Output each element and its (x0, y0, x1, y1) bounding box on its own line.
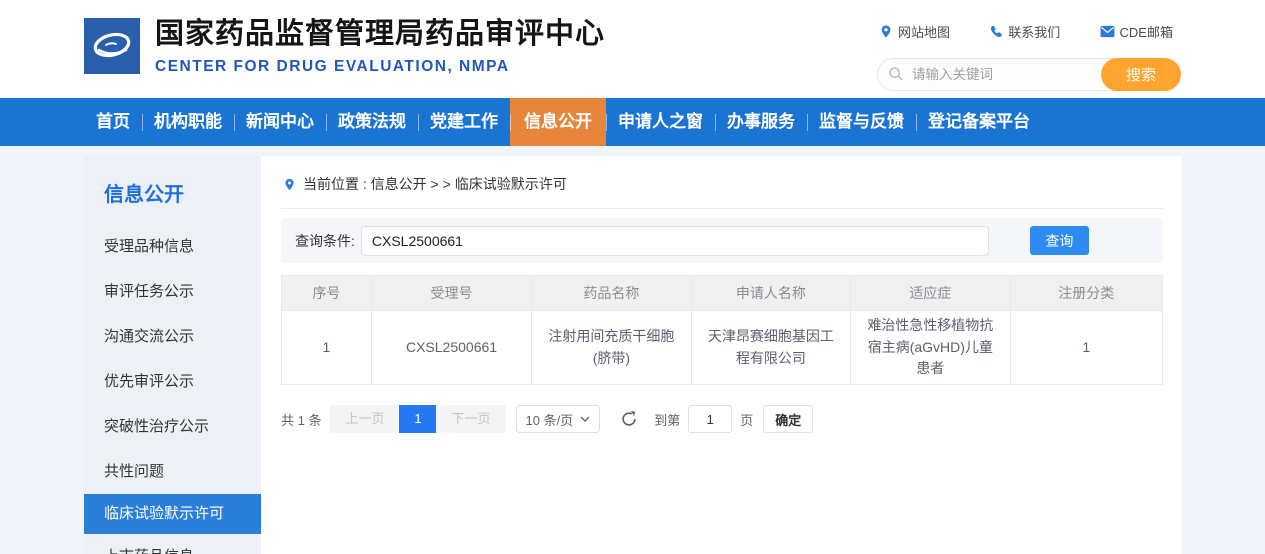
sidebar-item-marketed-drugs[interactable]: 上市药品信息 (84, 534, 261, 554)
site-header: 国家药品监督管理局药品审评中心 CENTER FOR DRUG EVALUATI… (0, 0, 1265, 98)
query-input[interactable] (361, 226, 989, 256)
nav-item-functions[interactable]: 机构职能 (142, 98, 234, 146)
sidebar-title: 信息公开 (84, 178, 261, 210)
nav-item-party[interactable]: 党建工作 (418, 98, 510, 146)
cde-logo-icon (84, 18, 140, 74)
sidebar-item-review-tasks[interactable]: 审评任务公示 (84, 269, 261, 314)
nav-item-supervision[interactable]: 监督与反馈 (807, 98, 916, 146)
cell-indication: 难治性急性移植物抗宿主病(aGvHD)儿童患者 (851, 311, 1010, 385)
page-body: 信息公开 受理品种信息 审评任务公示 沟通交流公示 优先审评公示 突破性治疗公示… (0, 146, 1265, 554)
sitemap-label: 网站地图 (898, 22, 950, 41)
search-button[interactable]: 搜索 (1101, 58, 1181, 91)
confirm-button[interactable]: 确定 (763, 405, 813, 433)
nav-item-services[interactable]: 办事服务 (715, 98, 807, 146)
sidebar-item-common-issues[interactable]: 共性问题 (84, 449, 261, 494)
site-search: 搜索 (877, 58, 1181, 91)
page-size-select[interactable]: 10 条/页 (516, 405, 601, 433)
sitemap-link[interactable]: 网站地图 (879, 22, 950, 41)
nav-item-news[interactable]: 新闻中心 (234, 98, 326, 146)
site-subtitle: CENTER FOR DRUG EVALUATION, NMPA (155, 58, 605, 76)
table-header-row: 序号 受理号 药品名称 申请人名称 适应症 注册分类 (282, 276, 1163, 311)
sidebar-item-breakthrough-therapy[interactable]: 突破性治疗公示 (84, 404, 261, 449)
search-icon (888, 66, 904, 82)
main-nav: 首页 机构职能 新闻中心 政策法规 党建工作 信息公开 申请人之窗 办事服务 监… (0, 98, 1265, 146)
nav-item-info-disclosure[interactable]: 信息公开 (510, 98, 606, 146)
goto-page-label: 到第 (654, 410, 680, 429)
nav-item-home[interactable]: 首页 (84, 98, 142, 146)
results-table: 序号 受理号 药品名称 申请人名称 适应症 注册分类 1 CXSL2500661 (281, 275, 1163, 385)
phone-icon (989, 25, 1003, 39)
cde-mail-link[interactable]: CDE邮箱 (1100, 22, 1173, 41)
query-label: 查询条件: (295, 231, 355, 251)
column-header-drug-name: 药品名称 (532, 276, 691, 311)
page: 国家药品监督管理局药品审评中心 CENTER FOR DRUG EVALUATI… (0, 0, 1265, 554)
nav-item-applicant-window[interactable]: 申请人之窗 (606, 98, 715, 146)
pagination: 共 1 条 上一页 1 下一页 10 条/页 (281, 405, 1163, 433)
goto-page-input[interactable] (688, 405, 732, 433)
column-header-registration-class: 注册分类 (1010, 276, 1162, 311)
page-number-1[interactable]: 1 (399, 405, 436, 433)
cell-seq: 1 (282, 311, 372, 385)
nav-item-policies[interactable]: 政策法规 (326, 98, 418, 146)
contact-label: 联系我们 (1008, 22, 1060, 41)
sidebar-item-priority-review[interactable]: 优先审评公示 (84, 359, 261, 404)
query-button[interactable]: 查询 (1030, 226, 1089, 255)
cell-drug-name: 注射用间充质干细胞(脐带) (532, 311, 691, 385)
breadcrumb: 当前位置 : 信息公开 > > 临床试验默示许可 (281, 168, 1163, 209)
column-header-indication: 适应症 (851, 276, 1010, 311)
sidebar: 信息公开 受理品种信息 审评任务公示 沟通交流公示 优先审评公示 突破性治疗公示… (84, 156, 261, 554)
next-page-button[interactable]: 下一页 (436, 405, 505, 433)
sidebar-item-communication[interactable]: 沟通交流公示 (84, 314, 261, 359)
cde-mail-label: CDE邮箱 (1120, 22, 1173, 41)
location-pin-icon (283, 177, 296, 192)
mail-icon (1100, 25, 1115, 38)
column-header-seq: 序号 (282, 276, 372, 311)
sidebar-item-clinical-trial-implied-license[interactable]: 临床试验默示许可 (84, 494, 261, 534)
page-size-value: 10 条/页 (526, 410, 574, 429)
quick-links: 网站地图 联系我们 CDE邮箱 (877, 22, 1181, 41)
site-title: 国家药品监督管理局药品审评中心 (155, 18, 605, 51)
chevron-down-icon (580, 416, 590, 422)
total-count: 共 1 条 (281, 410, 321, 429)
contact-link[interactable]: 联系我们 (989, 22, 1060, 41)
location-pin-icon (879, 24, 893, 39)
column-header-acceptance-no: 受理号 (371, 276, 531, 311)
table-row: 1 CXSL2500661 注射用间充质干细胞(脐带) 天津昂赛细胞基因工程有限… (282, 311, 1163, 385)
brand: 国家药品监督管理局药品审评中心 CENTER FOR DRUG EVALUATI… (84, 18, 605, 98)
cell-registration-class: 1 (1010, 311, 1162, 385)
sidebar-item-accepted-varieties[interactable]: 受理品种信息 (84, 224, 261, 269)
breadcrumb-text: 当前位置 : 信息公开 > > 临床试验默示许可 (303, 174, 567, 194)
nav-item-registration-platform[interactable]: 登记备案平台 (916, 98, 1042, 146)
refresh-icon[interactable] (620, 410, 638, 428)
query-panel: 查询条件: 查询 (281, 218, 1163, 263)
goto-page-suffix: 页 (740, 410, 753, 429)
column-header-applicant: 申请人名称 (691, 276, 850, 311)
main-content: 当前位置 : 信息公开 > > 临床试验默示许可 查询条件: 查询 序号 受理号… (261, 156, 1181, 554)
cell-applicant: 天津昂赛细胞基因工程有限公司 (691, 311, 850, 385)
cell-acceptance-no: CXSL2500661 (371, 311, 531, 385)
prev-page-button[interactable]: 上一页 (330, 405, 399, 433)
